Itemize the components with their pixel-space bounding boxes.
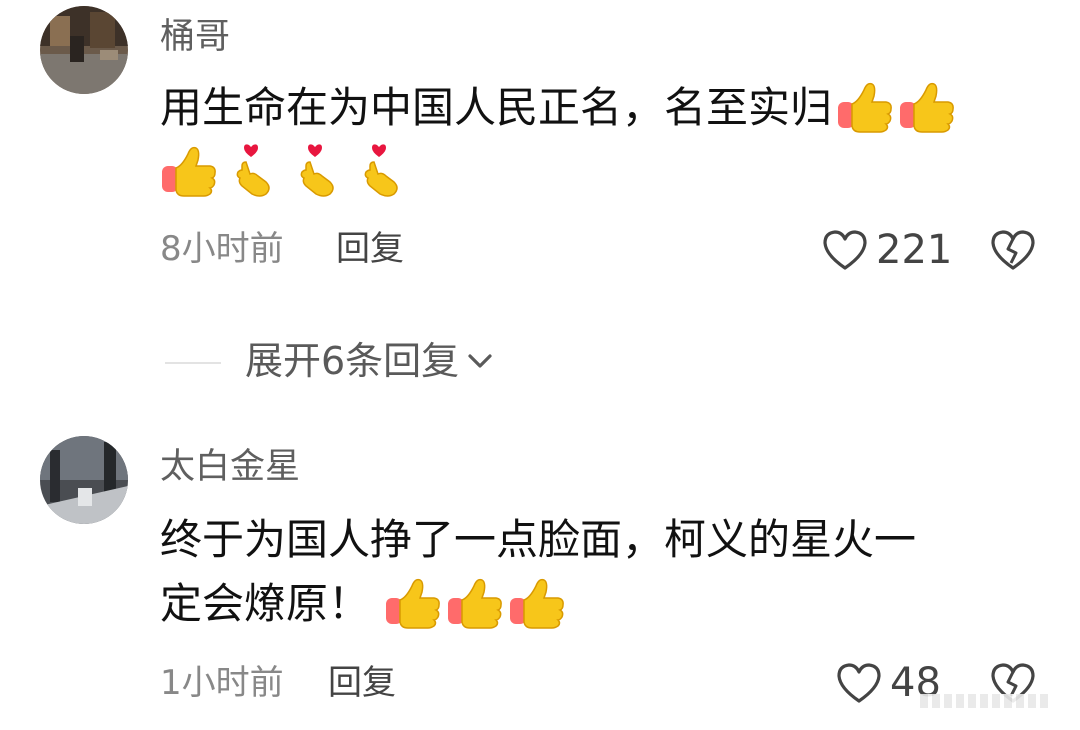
heart-icon [837, 663, 881, 703]
expand-replies-label: 展开6条回复 [245, 339, 460, 383]
thumbs-up-icon [448, 578, 502, 629]
comment-time: 8小时前 [160, 229, 284, 269]
thumbs-up-icon [900, 82, 954, 133]
expand-replies-button[interactable]: 展开6条回复 [245, 342, 495, 380]
comment-body-line: 定会燎原！ [160, 579, 371, 628]
broken-heart-icon [991, 230, 1035, 270]
comment-body-line: 终于为国人挣了一点脸面，柯义的星火一 [160, 515, 917, 564]
comment-text: 用生命在为中国人民正名，名至实归 [160, 76, 1040, 140]
finger-heart-icon [300, 144, 334, 197]
emoji-group [384, 574, 566, 630]
like-button[interactable]: 221 [822, 229, 952, 271]
avatar[interactable] [40, 436, 128, 524]
comment-body: 用生命在为中国人民正名，名至实归 [160, 83, 833, 132]
chevron-down-icon [468, 354, 492, 368]
emoji-line [160, 138, 410, 202]
emoji-group [836, 78, 956, 134]
finger-heart-icon [236, 144, 270, 197]
heart-icon [823, 230, 867, 270]
avatar[interactable] [40, 6, 128, 94]
username[interactable]: 太白金星 [160, 450, 300, 485]
thumbs-up-icon [162, 146, 216, 197]
comment-text: 终于为国人挣了一点脸面，柯义的星火一 [160, 508, 1040, 572]
comment-time: 1小时前 [160, 663, 284, 703]
finger-heart-icon [364, 144, 398, 197]
thumbs-up-icon [838, 82, 892, 133]
thumbs-up-icon [510, 578, 564, 629]
reply-button[interactable]: 回复 [336, 232, 404, 266]
like-count: 221 [876, 227, 953, 273]
thumbs-up-icon [386, 578, 440, 629]
dislike-button[interactable] [990, 229, 1036, 275]
divider [165, 362, 221, 364]
comment-section: 桶哥 用生命在为中国人民正名，名至实归 8小时前 回复 221 展开6条回复 太… [0, 0, 1080, 730]
username[interactable]: 桶哥 [160, 20, 230, 55]
comment-text: 定会燎原！ [160, 572, 566, 636]
watermark [920, 694, 1050, 708]
reply-button[interactable]: 回复 [328, 666, 396, 700]
